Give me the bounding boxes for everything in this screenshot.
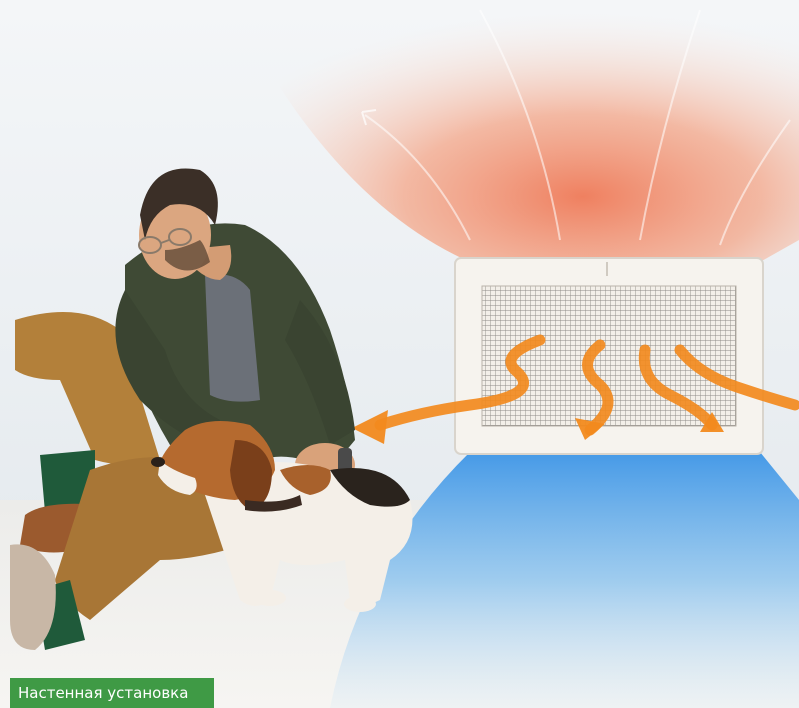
scene-photo: Настенная установка [0, 0, 799, 708]
caption-label: Настенная установка [10, 678, 214, 708]
illustration [0, 0, 799, 708]
